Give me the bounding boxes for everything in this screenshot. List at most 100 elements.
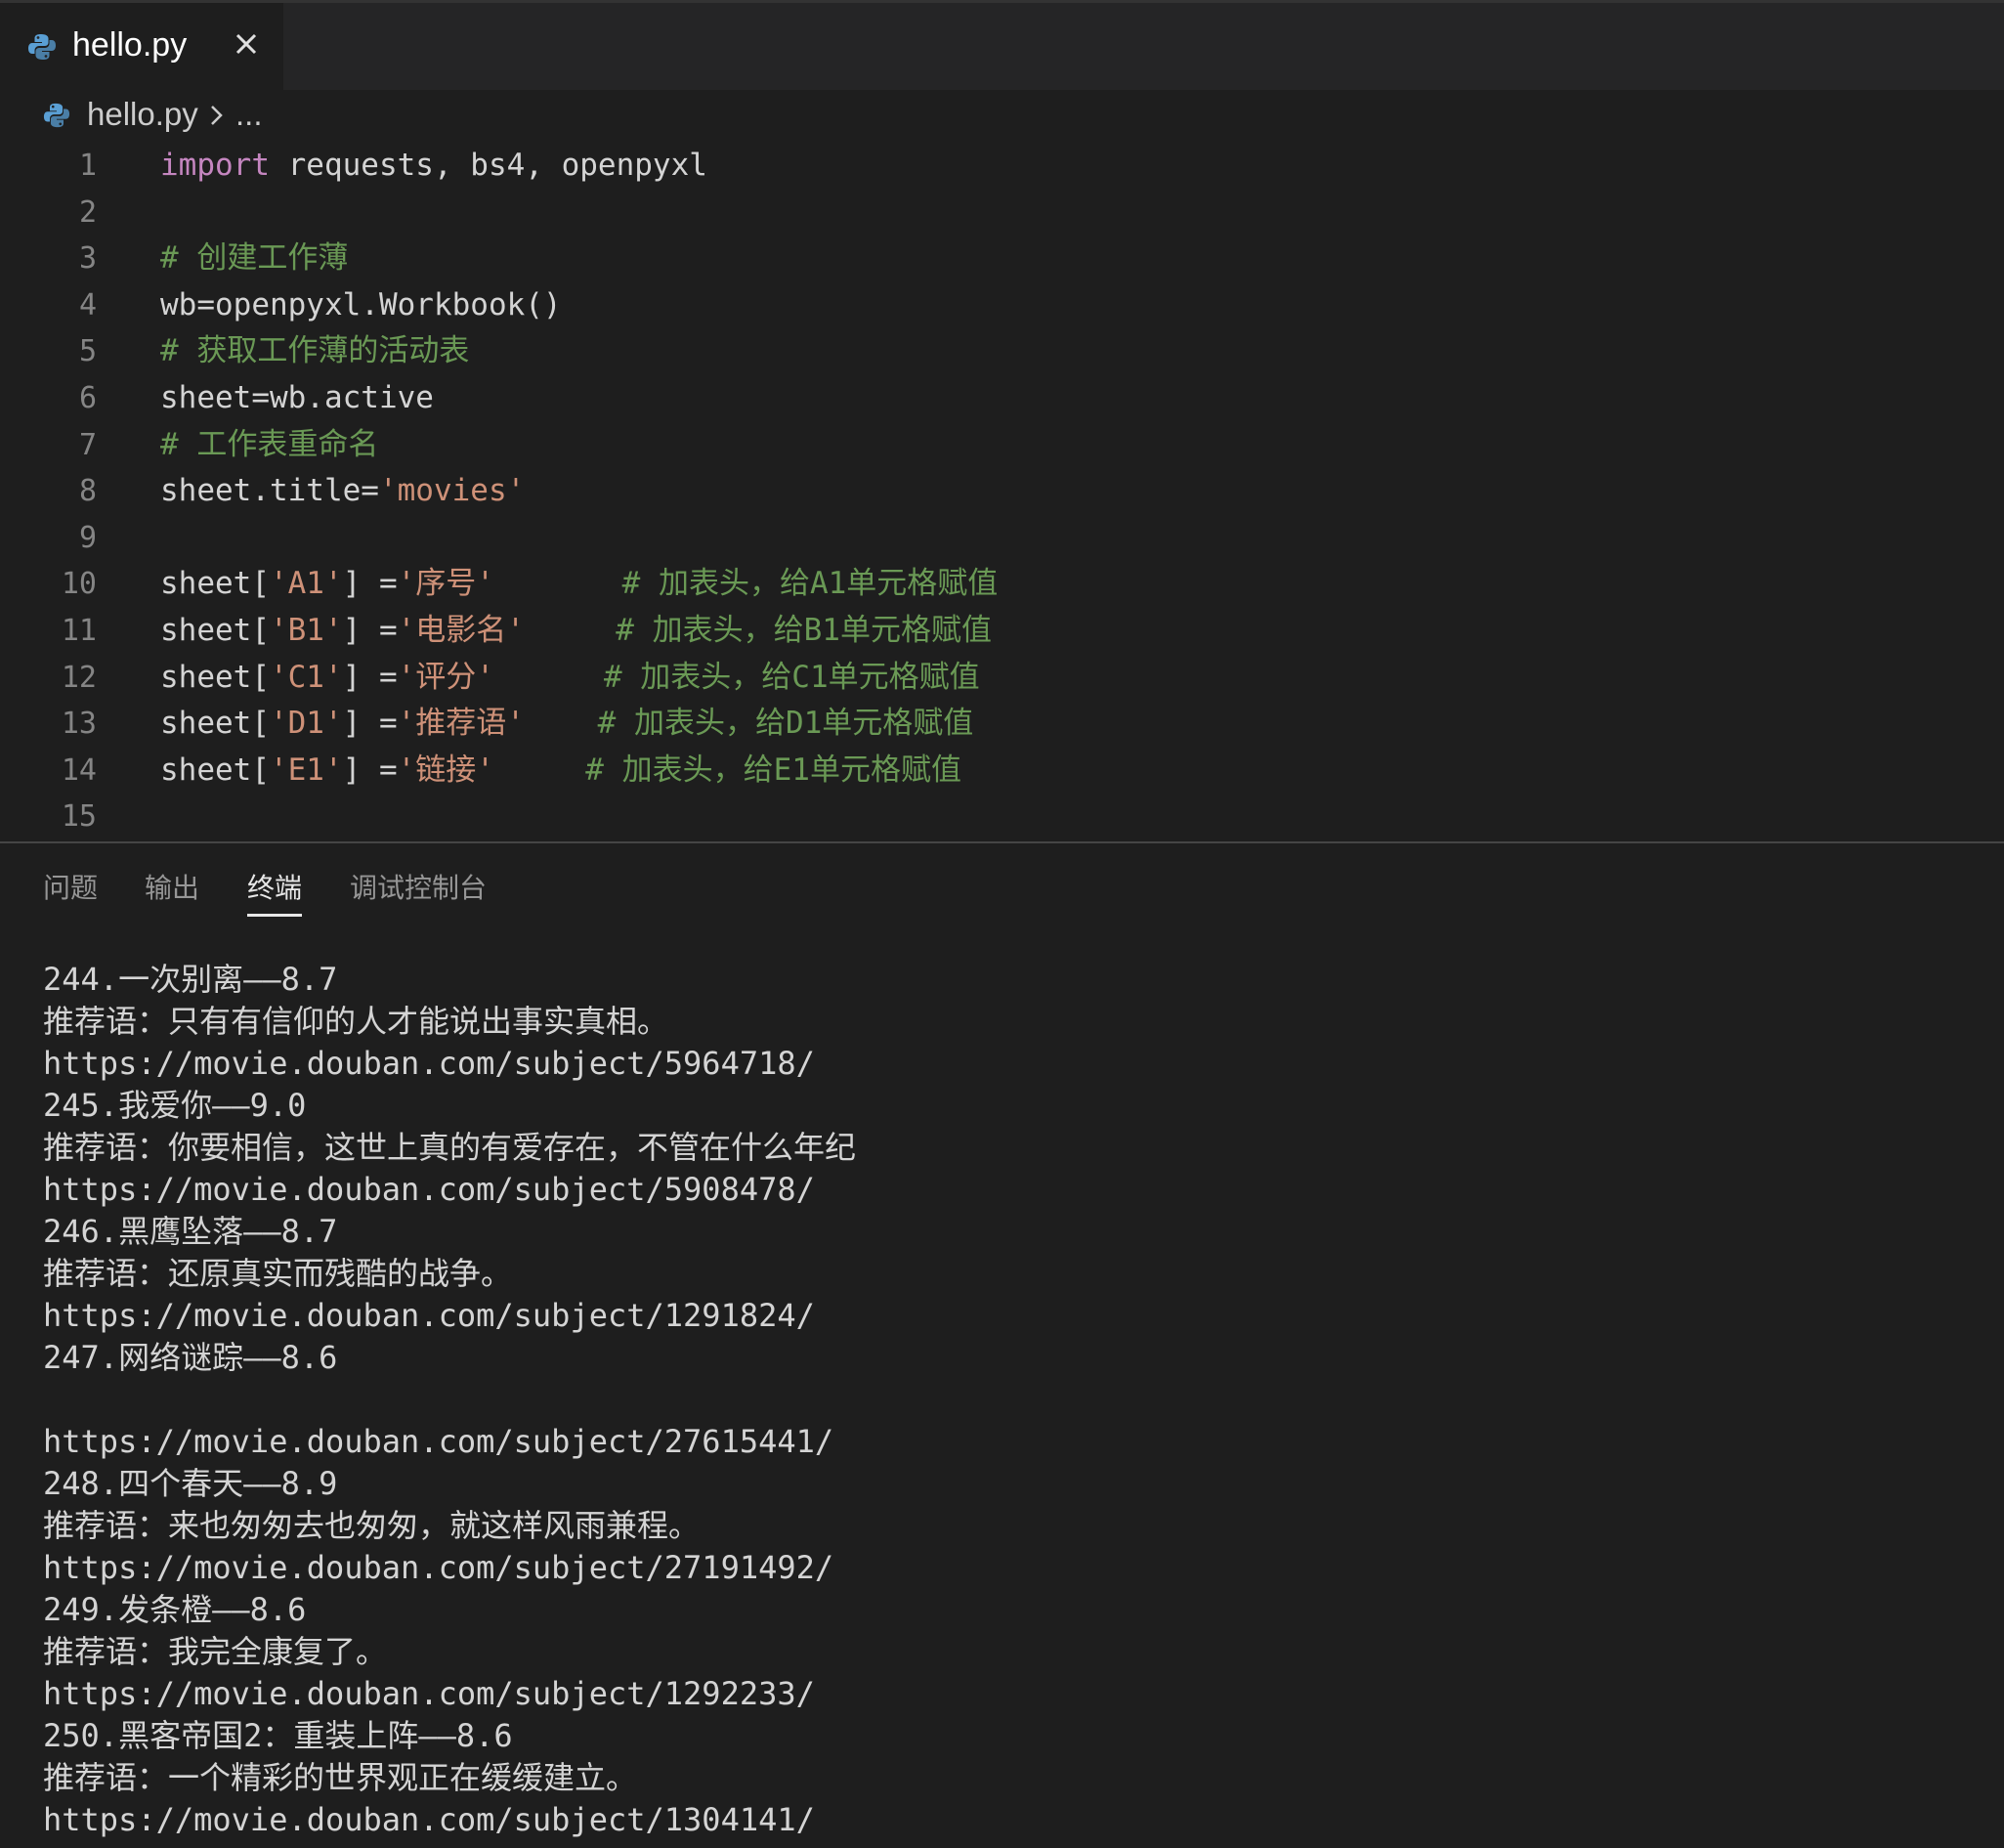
breadcrumb-file[interactable]: hello.py [87, 96, 198, 133]
line-code: sheet['C1'] ='评分' # 加表头，给C1单元格赋值 [160, 655, 980, 702]
code-token: sheet[ [160, 613, 270, 648]
code-token: ] = [342, 706, 398, 742]
code-token: import [160, 148, 270, 183]
code-token: '链接' [397, 752, 494, 788]
terminal-line: 248.四个春天——8.9 [43, 1465, 338, 1502]
code-token: # 加表头，给C1单元格赋值 [603, 659, 980, 695]
code-line[interactable]: 1 import requests, bs4, openpyxl [0, 143, 2004, 190]
terminal-line: https://movie.douban.com/subject/1304141… [43, 1801, 815, 1838]
terminal-line: 245.我爱你——9.0 [43, 1087, 307, 1124]
code-token: # 加表头，给A1单元格赋值 [621, 566, 999, 602]
line-code: wb=openpyxl.Workbook() [160, 282, 562, 329]
line-number: 1 [78, 149, 97, 183]
line-number: 8 [78, 474, 97, 509]
code-token: wb=openpyxl.Workbook() [160, 286, 562, 322]
breadcrumb-more[interactable]: ... [235, 96, 263, 133]
code-line[interactable]: 9 [0, 515, 2004, 562]
terminal-line: 247.网络谜踪——8.6 [43, 1339, 338, 1376]
code-line[interactable]: 3 # 创建工作薄 [0, 236, 2004, 282]
line-number: 10 [61, 567, 97, 602]
chevron-right-icon [207, 104, 227, 131]
code-line[interactable]: 13 sheet['D1'] ='推荐语' # 加表头，给D1单元格赋值 [0, 701, 2004, 748]
code-token: '评分' [397, 659, 494, 695]
terminal-line: 244.一次别离——8.7 [43, 961, 338, 998]
code-editor[interactable]: 1 import requests, bs4, openpyxl 2 3 # 创建工作薄… [0, 143, 2004, 840]
code-token: ] = [342, 659, 398, 695]
code-line[interactable]: 6 sheet=wb.active [0, 375, 2004, 422]
terminal-line: 推荐语：你要相信，这世上真的有爱存在，不管在什么年纪 [43, 1129, 857, 1166]
code-token: # 加表头，给D1单元格赋值 [597, 706, 974, 742]
line-number: 5 [78, 334, 97, 369]
terminal-line: https://movie.douban.com/subject/2719149… [43, 1549, 834, 1586]
terminal-line: 推荐语：还原真实而残酷的战争。 [43, 1255, 513, 1292]
code-line[interactable]: 4 wb=openpyxl.Workbook() [0, 282, 2004, 329]
line-code: # 获取工作薄的活动表 [160, 328, 469, 375]
terminal-line: https://movie.douban.com/subject/1292233… [43, 1675, 815, 1712]
line-code: sheet.title='movies' [160, 468, 525, 515]
close-icon[interactable] [231, 28, 262, 60]
terminal-line: 推荐语：一个精彩的世界观正在缓缓建立。 [43, 1759, 638, 1796]
code-line[interactable]: 11 sheet['B1'] ='电影名' # 加表头，给B1单元格赋值 [0, 608, 2004, 655]
line-number: 6 [78, 381, 97, 415]
line-number: 13 [61, 707, 97, 742]
code-line[interactable]: 2 [0, 190, 2004, 236]
editor-tab-strip: hello.py [0, 0, 2004, 90]
code-token: 'movies' [378, 473, 526, 509]
terminal-line: https://movie.douban.com/subject/2761544… [43, 1423, 834, 1460]
terminal-line: 246.黑鹰坠落——8.7 [43, 1213, 338, 1250]
code-line[interactable]: 10 sheet['A1'] ='序号' # 加表头，给A1单元格赋值 [0, 561, 2004, 608]
code-line[interactable]: 15 [0, 794, 2004, 840]
bottom-panel: 问题 输出 终端 调试控制台 244.一次别离——8.7 推荐语：只有有信仰的人才… [0, 843, 2004, 1848]
code-token: # 加表头，给B1单元格赋值 [616, 613, 992, 648]
terminal-line: 249.发条橙——8.6 [43, 1591, 307, 1628]
code-token: # 加表头，给E1单元格赋值 [585, 752, 961, 788]
code-token: sheet=wb.active [160, 380, 434, 415]
tab-output[interactable]: 输出 [145, 867, 199, 906]
terminal-line: 250.黑客帝国2：重装上阵——8.6 [43, 1717, 513, 1754]
tab-terminal[interactable]: 终端 [247, 867, 302, 906]
code-token: '推荐语' [397, 706, 525, 742]
line-code: # 创建工作薄 [160, 236, 348, 282]
tab-debug-console[interactable]: 调试控制台 [350, 867, 487, 906]
terminal-line: https://movie.douban.com/subject/5908478… [43, 1171, 815, 1208]
line-code: sheet['B1'] ='电影名' # 加表头，给B1单元格赋值 [160, 608, 992, 655]
code-token: '序号' [397, 566, 494, 602]
tab-problems[interactable]: 问题 [43, 867, 98, 906]
code-line[interactable]: 8 sheet.title='movies' [0, 468, 2004, 515]
line-code: sheet['D1'] ='推荐语' # 加表头，给D1单元格赋值 [160, 701, 973, 748]
line-number: 14 [61, 752, 97, 788]
terminal-line: https://movie.douban.com/subject/1291824… [43, 1297, 815, 1334]
line-code: import requests, bs4, openpyxl [160, 143, 707, 190]
code-token: 'A1' [269, 566, 343, 602]
line-number: 2 [78, 194, 97, 230]
code-line[interactable]: 14 sheet['E1'] ='链接' # 加表头，给E1单元格赋值 [0, 748, 2004, 795]
tab-hello-py[interactable]: hello.py [0, 3, 283, 90]
line-number: 11 [61, 614, 97, 648]
code-token: # 工作表重命名 [160, 426, 379, 462]
line-number: 7 [78, 427, 97, 462]
line-number: 4 [78, 287, 97, 322]
code-line[interactable]: 12 sheet['C1'] ='评分' # 加表头，给C1单元格赋值 [0, 655, 2004, 702]
line-code: sheet['E1'] ='链接' # 加表头，给E1单元格赋值 [160, 748, 961, 795]
code-line[interactable]: 7 # 工作表重命名 [0, 422, 2004, 469]
code-token: 'B1' [269, 613, 343, 648]
code-line[interactable]: 5 # 获取工作薄的活动表 [0, 328, 2004, 375]
code-token: sheet.title= [160, 473, 379, 509]
terminal-line: 推荐语：只有有信仰的人才能说出事实真相。 [43, 1003, 669, 1040]
code-token: sheet[ [160, 659, 270, 695]
line-number: 12 [61, 660, 97, 695]
breadcrumb: hello.py ... [0, 90, 2004, 143]
line-code: sheet['A1'] ='序号' # 加表头，给A1单元格赋值 [160, 561, 998, 608]
code-token: 'C1' [269, 659, 343, 695]
code-token: 'D1' [269, 706, 343, 742]
line-code: sheet=wb.active [160, 375, 434, 422]
terminal-output[interactable]: 244.一次别离——8.7 推荐语：只有有信仰的人才能说出事实真相。 https:/… [43, 959, 1987, 1843]
python-file-icon [27, 32, 57, 65]
code-token: # 创建工作薄 [160, 240, 349, 277]
